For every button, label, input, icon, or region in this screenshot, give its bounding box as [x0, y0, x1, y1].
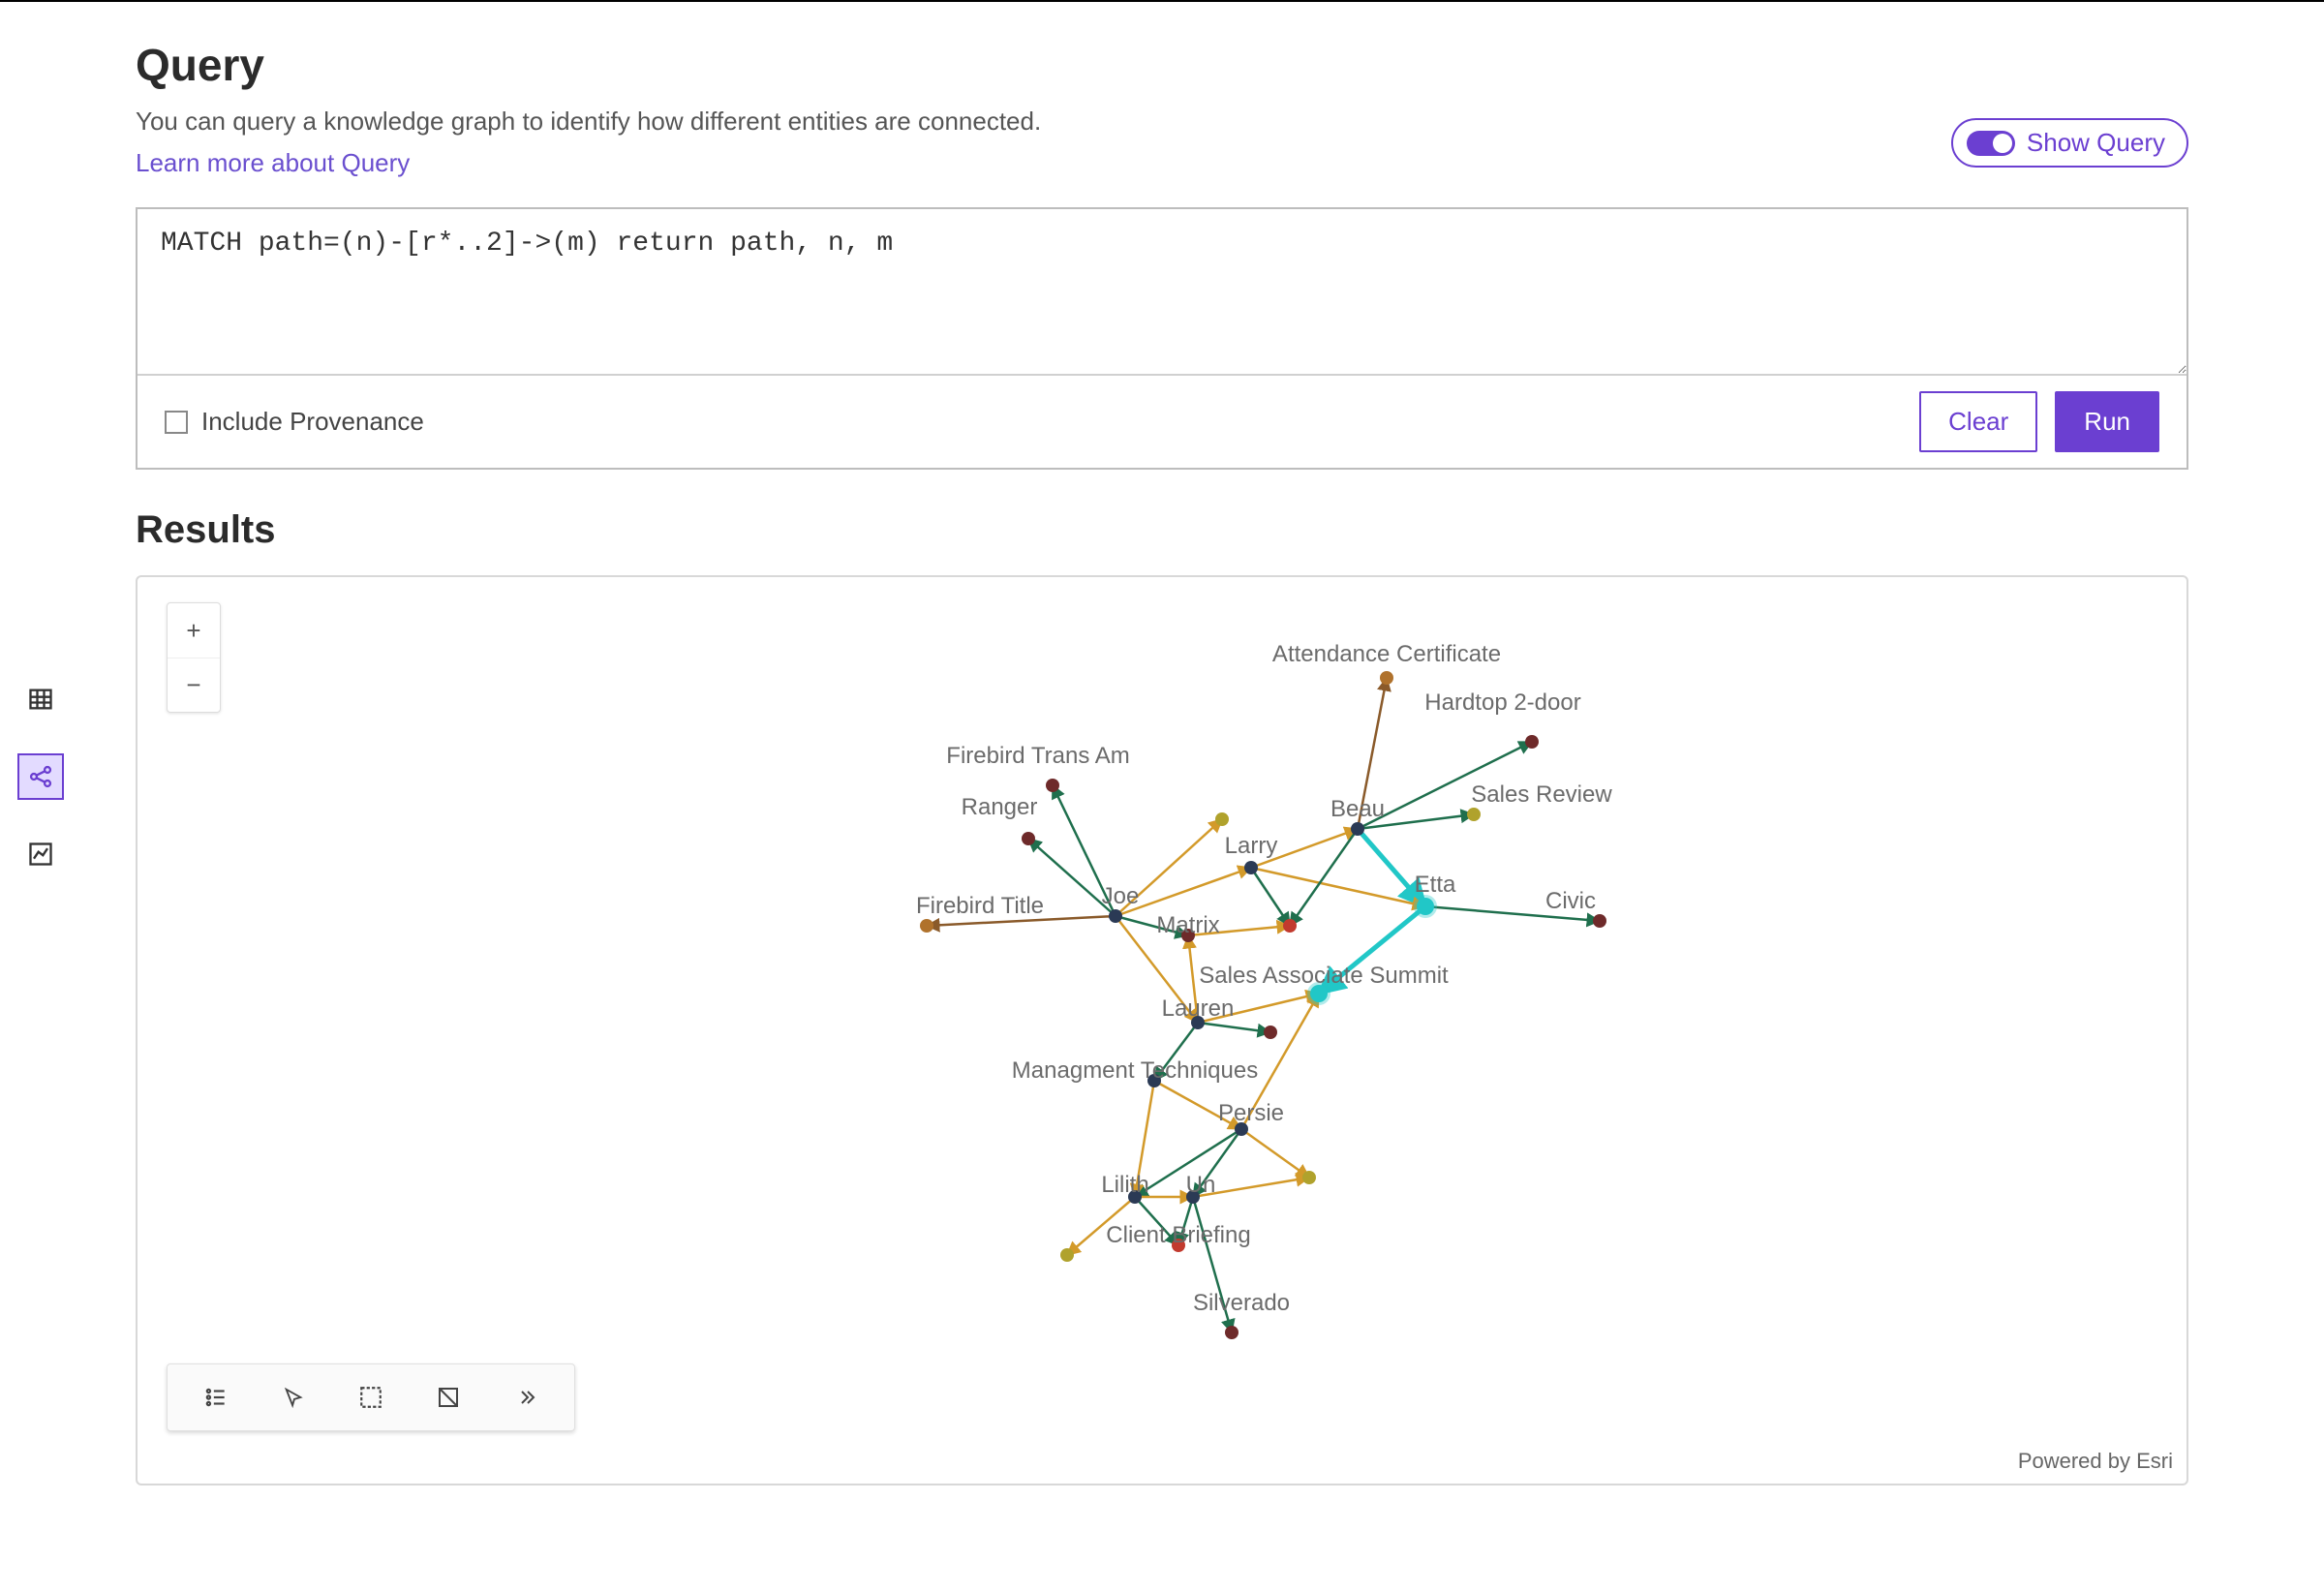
graph-edge: [1193, 1129, 1241, 1197]
graph-node[interactable]: [1109, 909, 1122, 923]
zoom-in-button[interactable]: +: [168, 603, 220, 658]
graph-edge: [1135, 1081, 1154, 1197]
graph-node[interactable]: [920, 919, 933, 933]
graph-node[interactable]: [1380, 671, 1393, 685]
graph-edge: [1067, 1197, 1135, 1255]
graph-edge: [1135, 1197, 1178, 1245]
graph-node[interactable]: [1593, 914, 1606, 928]
page-title: Query: [136, 39, 1041, 91]
graph-edge: [1358, 814, 1474, 829]
graph-node[interactable]: [1191, 1016, 1205, 1029]
page-description: You can query a knowledge graph to ident…: [136, 107, 1041, 137]
graph-edge: [1198, 994, 1319, 1023]
graph-edge: [1188, 935, 1198, 1023]
graph-edge: [1193, 1178, 1309, 1197]
graph-node[interactable]: [1225, 1326, 1238, 1339]
graph-edge: [1319, 906, 1425, 994]
graph-edge: [1198, 1023, 1270, 1032]
graph-edge: [1116, 916, 1188, 935]
graph-edge: [1028, 839, 1116, 916]
graph-node[interactable]: [1022, 832, 1035, 845]
include-provenance-checkbox[interactable]: Include Provenance: [165, 407, 424, 437]
graph-edge: [1053, 785, 1116, 916]
graph-node[interactable]: [1215, 812, 1229, 826]
graph-node[interactable]: [1244, 861, 1258, 874]
graph-node[interactable]: [1172, 1239, 1185, 1252]
chart-view-tab[interactable]: [17, 831, 64, 877]
learn-more-link[interactable]: Learn more about Query: [136, 148, 410, 178]
graph-edge: [1116, 868, 1251, 916]
graph-edge: [1154, 1081, 1241, 1129]
graph-toolbar: [167, 1363, 575, 1431]
graph-node[interactable]: [1310, 985, 1328, 1002]
graph-node[interactable]: [1467, 808, 1481, 821]
graph-edge: [1116, 819, 1222, 916]
graph-node[interactable]: [1181, 929, 1195, 942]
show-query-toggle[interactable]: Show Query: [1951, 118, 2188, 168]
graph-edge: [1425, 906, 1600, 921]
graph-node[interactable]: [1147, 1074, 1161, 1087]
checkbox-icon: [165, 411, 188, 434]
graph-node[interactable]: [1525, 735, 1539, 749]
graph-edge: [1241, 994, 1319, 1129]
query-textarea[interactable]: [138, 209, 2186, 374]
clear-button[interactable]: Clear: [1919, 391, 2037, 452]
graph-edge: [1251, 829, 1358, 868]
more-tools-button[interactable]: [487, 1370, 565, 1424]
graph-node[interactable]: [1283, 919, 1297, 933]
graph-edge: [927, 916, 1116, 926]
zoom-controls: + −: [167, 602, 221, 713]
table-view-tab[interactable]: [17, 676, 64, 722]
select-tool-button[interactable]: [332, 1370, 410, 1424]
graph-node[interactable]: [1060, 1248, 1074, 1262]
zoom-out-button[interactable]: −: [168, 658, 220, 712]
graph-edge: [1251, 868, 1290, 926]
run-button[interactable]: Run: [2055, 391, 2159, 452]
graph-node[interactable]: [1351, 822, 1364, 836]
attribution-text: Powered by Esri: [2018, 1449, 2173, 1474]
include-provenance-label: Include Provenance: [201, 407, 424, 437]
graph-node[interactable]: [1417, 898, 1434, 915]
pointer-tool-button[interactable]: [255, 1370, 332, 1424]
graph-node[interactable]: [1186, 1190, 1200, 1204]
graph-edge: [1193, 1197, 1232, 1332]
graph-node[interactable]: [1302, 1171, 1316, 1184]
graph-canvas[interactable]: Attendance CertificateHardtop 2-doorFire…: [138, 577, 2186, 1484]
graph-edge: [1358, 678, 1387, 829]
results-panel: Attendance CertificateHardtop 2-doorFire…: [136, 575, 2188, 1485]
graph-edge: [1358, 742, 1532, 829]
graph-edge: [1135, 1129, 1241, 1197]
layout-tool-button[interactable]: [410, 1370, 487, 1424]
graph-node[interactable]: [1046, 779, 1059, 792]
show-query-label: Show Query: [2027, 128, 2165, 158]
graph-node[interactable]: [1128, 1190, 1142, 1204]
results-view-tabs: [17, 676, 64, 877]
graph-node[interactable]: [1264, 1026, 1277, 1039]
toggle-switch-icon: [1967, 131, 2015, 156]
graph-edge: [1188, 926, 1290, 935]
graph-edge: [1154, 1023, 1198, 1081]
legend-button[interactable]: [177, 1370, 255, 1424]
graph-node[interactable]: [1235, 1122, 1248, 1136]
graph-view-tab[interactable]: [17, 753, 64, 800]
results-title: Results: [136, 508, 2188, 552]
graph-edge: [1241, 1129, 1309, 1178]
query-box: Include Provenance Clear Run: [136, 207, 2188, 470]
